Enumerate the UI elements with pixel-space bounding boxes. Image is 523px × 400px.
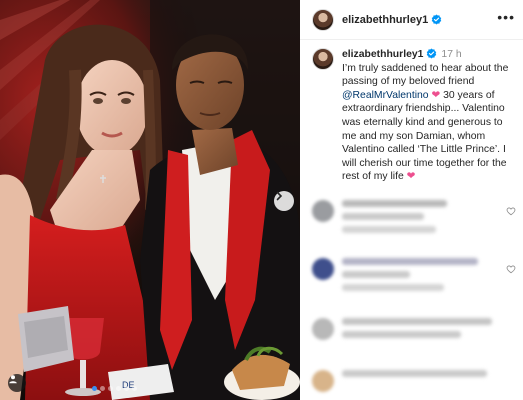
carousel-dot bbox=[132, 386, 137, 391]
comment-content bbox=[342, 258, 512, 297]
blurred-comment-line bbox=[342, 213, 424, 220]
blurred-comment-line bbox=[342, 271, 410, 278]
carousel-dot bbox=[100, 386, 105, 391]
comment-avatar[interactable] bbox=[312, 258, 334, 280]
caption-text-after: 30 years of extraordinary friendship... … bbox=[342, 89, 507, 183]
carousel-dot bbox=[116, 386, 121, 391]
comment-item bbox=[312, 370, 512, 392]
carousel-dot bbox=[92, 386, 97, 391]
like-heart-icon[interactable] bbox=[506, 264, 516, 274]
next-photo-button[interactable] bbox=[274, 191, 294, 211]
carousel-dot bbox=[124, 386, 129, 391]
author-username[interactable]: elizabethhurley1 bbox=[342, 14, 428, 26]
post-caption: elizabethhurley1 17 h I’m truly saddened… bbox=[300, 40, 523, 184]
blurred-comment-line bbox=[342, 370, 487, 377]
comment-item bbox=[312, 318, 512, 344]
next-arrow-icon bbox=[276, 191, 283, 201]
tagged-users-button[interactable] bbox=[8, 374, 26, 392]
blurred-comment-line bbox=[342, 331, 461, 338]
verified-badge-icon bbox=[427, 48, 437, 59]
mention-link[interactable]: @RealMrValentino bbox=[342, 90, 429, 101]
comment-avatar[interactable] bbox=[312, 200, 334, 222]
like-heart-icon[interactable] bbox=[506, 206, 516, 216]
comment-item bbox=[312, 200, 516, 239]
post-timestamp: 17 h bbox=[441, 49, 462, 60]
comment-content bbox=[342, 318, 512, 344]
heart-emoji: ❤ bbox=[431, 89, 441, 101]
blurred-comment-line bbox=[342, 284, 444, 291]
post-header: elizabethhurley1 ••• bbox=[300, 0, 523, 40]
blurred-comment-line bbox=[342, 258, 478, 265]
blurred-comment-line bbox=[342, 226, 436, 233]
caption-text-before: I’m truly saddened to hear about the pas… bbox=[342, 62, 509, 88]
post-photo[interactable]: DE bbox=[0, 0, 300, 400]
comment-avatar[interactable] bbox=[312, 318, 334, 340]
tagged-user-icon bbox=[9, 375, 17, 384]
comment-content bbox=[342, 370, 512, 392]
more-options-icon[interactable]: ••• bbox=[497, 9, 515, 31]
verified-badge-icon bbox=[431, 14, 442, 25]
carousel-dot bbox=[108, 386, 113, 391]
author-avatar[interactable] bbox=[312, 8, 334, 31]
comment-avatar[interactable] bbox=[312, 370, 334, 392]
blurred-comment-line bbox=[342, 200, 448, 207]
photo-illustration: DE bbox=[0, 0, 300, 400]
heart-emoji: ❤ bbox=[406, 171, 416, 183]
post-side-panel: elizabethhurley1 ••• elizabethhurley1 17… bbox=[300, 0, 523, 400]
carousel-indicator bbox=[92, 386, 137, 391]
blurred-comment-line bbox=[342, 318, 492, 325]
comment-item bbox=[312, 258, 516, 297]
comment-content bbox=[342, 200, 512, 239]
caption-body: elizabethhurley1 17 h I’m truly saddened… bbox=[342, 48, 513, 184]
caption-author-avatar[interactable] bbox=[312, 48, 334, 70]
caption-author-username[interactable]: elizabethhurley1 bbox=[342, 49, 423, 60]
